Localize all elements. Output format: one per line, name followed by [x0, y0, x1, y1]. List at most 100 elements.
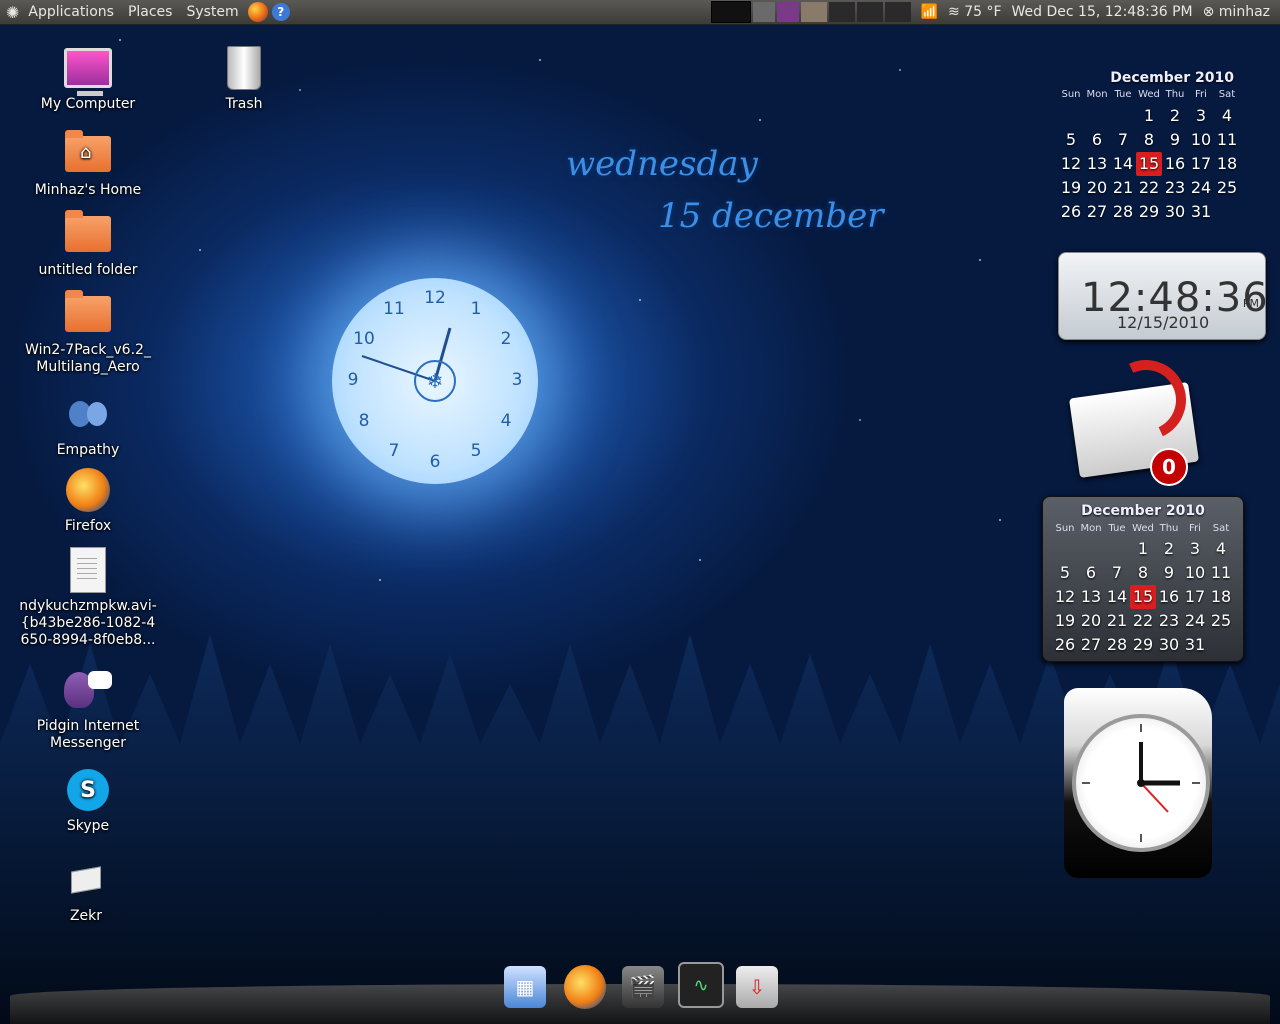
calendar-bottom-day[interactable]: 13	[1078, 585, 1104, 609]
calendar-top-day[interactable]: 24	[1188, 176, 1214, 200]
dock-usb-installer[interactable]: ⇩	[736, 966, 778, 1008]
calendar-bottom-day[interactable]: 18	[1208, 585, 1234, 609]
system-monitor-applet[interactable]	[710, 1, 751, 23]
calendar-bottom-day[interactable]: 16	[1156, 585, 1182, 609]
calendar-top-day[interactable]: 8	[1136, 128, 1162, 152]
ubuntu-logo-icon[interactable]: ✺	[6, 3, 19, 22]
calendar-top-day[interactable]: 11	[1214, 128, 1240, 152]
menu-places[interactable]: Places	[123, 4, 178, 20]
desktop-icon-firefox[interactable]: Firefox	[18, 466, 158, 535]
clock-applet[interactable]: Wed Dec 15, 12:48:36 PM	[1012, 4, 1193, 20]
calendar-bottom-day[interactable]: 2	[1156, 537, 1182, 561]
calendar-bottom-day[interactable]: 30	[1156, 633, 1182, 657]
calendar-top-day[interactable]: 10	[1188, 128, 1214, 152]
calendar-top-title: December 2010	[1110, 70, 1234, 86]
calendar-bottom-day[interactable]: 10	[1182, 561, 1208, 585]
help-icon[interactable]: ?	[271, 3, 290, 21]
calendar-bottom-day[interactable]: 14	[1104, 585, 1130, 609]
desktop-icon-home[interactable]: ⌂ Minhaz's Home	[18, 130, 158, 199]
calendar-bottom-day[interactable]: 24	[1182, 609, 1208, 633]
calendar-top-day[interactable]: 25	[1214, 176, 1240, 200]
tray-media-icon[interactable]	[776, 2, 799, 22]
desktop-icon-untitled-folder[interactable]: untitled folder	[18, 210, 158, 279]
mail-notifier-widget[interactable]: 0	[1066, 348, 1206, 486]
dock-firefox[interactable]	[564, 965, 606, 1009]
calendar-bottom-day[interactable]: 6	[1078, 561, 1104, 585]
calendar-bottom-day[interactable]: 23	[1156, 609, 1182, 633]
calendar-top-day[interactable]: 21	[1110, 176, 1136, 200]
calendar-bottom-day[interactable]: 21	[1104, 609, 1130, 633]
workspace-3[interactable]	[856, 2, 883, 22]
calendar-top-day[interactable]: 17	[1188, 152, 1214, 176]
workspace-1[interactable]	[800, 2, 827, 22]
desktop-icon-my-computer[interactable]: My Computer	[18, 44, 158, 113]
calendar-top-day[interactable]: 16	[1162, 152, 1188, 176]
calendar-bottom-day[interactable]: 27	[1078, 633, 1104, 657]
calendar-top-today[interactable]: 15	[1136, 152, 1162, 176]
calendar-top-day[interactable]: 13	[1084, 152, 1110, 176]
calendar-top-day[interactable]: 2	[1162, 104, 1188, 128]
calendar-bottom-day[interactable]: 25	[1208, 609, 1234, 633]
desktop-icon-trash[interactable]: Trash	[174, 44, 314, 113]
calendar-top-day[interactable]: 9	[1162, 128, 1188, 152]
calendar-bottom-day[interactable]: 22	[1130, 609, 1156, 633]
dock-video-editor[interactable]: 🎬	[622, 966, 664, 1008]
calendar-bottom-day[interactable]: 9	[1156, 561, 1182, 585]
system-monitor-icon: ∿	[693, 974, 709, 996]
calendar-bottom-day[interactable]: 17	[1182, 585, 1208, 609]
calendar-top-day[interactable]: 3	[1188, 104, 1214, 128]
calendar-bottom-day[interactable]: 7	[1104, 561, 1130, 585]
calendar-bottom-day[interactable]: 5	[1052, 561, 1078, 585]
calendar-bottom-day[interactable]: 4	[1208, 537, 1234, 561]
calendar-top-day[interactable]: 5	[1058, 128, 1084, 152]
workspace-4[interactable]	[884, 2, 911, 22]
network-icon[interactable]: 📶	[921, 4, 938, 20]
dock-system-monitor[interactable]: ∿	[678, 962, 724, 1008]
calendar-top-day[interactable]: 14	[1110, 152, 1136, 176]
desktop-icon-skype[interactable]: S Skype	[18, 766, 158, 835]
calendar-bottom-day[interactable]: 12	[1052, 585, 1078, 609]
user-menu[interactable]: ⊗ minhaz	[1203, 4, 1270, 20]
firefox-launcher-icon[interactable]	[247, 2, 268, 22]
calendar-top-day[interactable]: 26	[1058, 200, 1084, 224]
workspace-2[interactable]	[828, 2, 855, 22]
desktop-icon-avi-file[interactable]: ndykuchzmpkw.avi-{b43be286-1082-4650-899…	[18, 546, 158, 649]
calendar-top-day[interactable]: 18	[1214, 152, 1240, 176]
wallpaper-day-text: wednesday	[566, 144, 758, 184]
weather-indicator[interactable]: ≋ 75 °F	[948, 4, 1002, 20]
calendar-top-day[interactable]: 12	[1058, 152, 1084, 176]
calendar-bottom-day[interactable]: 11	[1208, 561, 1234, 585]
calendar-bottom-day[interactable]: 3	[1182, 537, 1208, 561]
desktop-icon-label: Empathy	[56, 442, 120, 458]
calendar-bottom-day[interactable]: 20	[1078, 609, 1104, 633]
calendar-bottom-day[interactable]: 26	[1052, 633, 1078, 657]
calendar-top-day[interactable]: 23	[1162, 176, 1188, 200]
calendar-top-day[interactable]: 6	[1084, 128, 1110, 152]
calendar-bottom-day[interactable]: 29	[1130, 633, 1156, 657]
tray-app-icon[interactable]	[752, 2, 775, 22]
calendar-top-day[interactable]: 29	[1136, 200, 1162, 224]
calendar-top-day[interactable]: 30	[1162, 200, 1188, 224]
menu-system[interactable]: System	[181, 4, 243, 20]
calendar-top-day[interactable]: 7	[1110, 128, 1136, 152]
calendar-bottom-today[interactable]: 15	[1130, 585, 1156, 609]
calendar-top-day[interactable]: 27	[1084, 200, 1110, 224]
calendar-top-day[interactable]: 19	[1058, 176, 1084, 200]
calendar-top-day[interactable]: 22	[1136, 176, 1162, 200]
desktop-icon-win2-7pack[interactable]: Win2-7Pack_v6.2_ Multilang_Aero	[18, 290, 158, 376]
desktop-icon-pidgin[interactable]: Pidgin Internet Messenger	[18, 666, 158, 752]
calendar-bottom-day[interactable]: 8	[1130, 561, 1156, 585]
calendar-bottom-day[interactable]: 28	[1104, 633, 1130, 657]
desktop-icon-zekr[interactable]: Zekr	[16, 856, 156, 925]
dock-desktop-switcher[interactable]: ▦	[504, 966, 546, 1008]
calendar-bottom-day[interactable]: 1	[1130, 537, 1156, 561]
menu-applications[interactable]: Applications	[23, 4, 119, 20]
calendar-bottom-day[interactable]: 31	[1182, 633, 1208, 657]
desktop-icon-empathy[interactable]: Empathy	[18, 390, 158, 459]
calendar-top-day[interactable]: 31	[1188, 200, 1214, 224]
calendar-top-day[interactable]: 20	[1084, 176, 1110, 200]
calendar-top-day[interactable]: 28	[1110, 200, 1136, 224]
calendar-bottom-day[interactable]: 19	[1052, 609, 1078, 633]
calendar-top-day[interactable]: 1	[1136, 104, 1162, 128]
calendar-top-day[interactable]: 4	[1214, 104, 1240, 128]
